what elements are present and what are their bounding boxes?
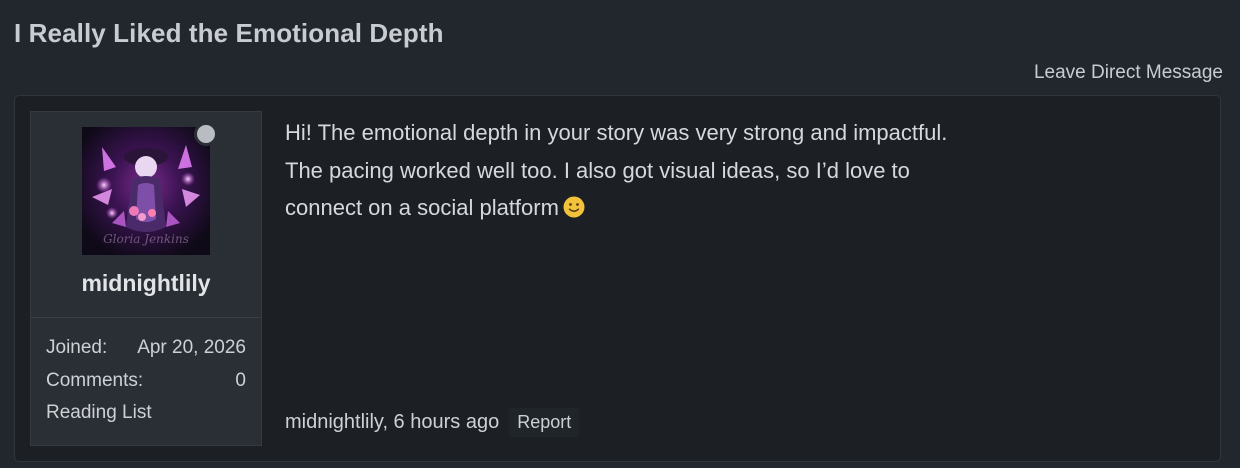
joined-row: Joined: Apr 20, 2026 — [46, 337, 246, 359]
slightly-smiling-face-icon — [563, 192, 585, 218]
author-profile-panel: Gloria Jenkins midnightlily Joined: Apr … — [30, 111, 262, 446]
profile-divider — [31, 317, 261, 318]
message-line: The pacing worked well too. I also got v… — [285, 157, 910, 183]
message-body: Hi! The emotional depth in your story wa… — [285, 114, 1045, 227]
avatar-signature: Gloria Jenkins — [103, 232, 189, 246]
message-line: Hi! The emotional depth in your story wa… — [285, 120, 948, 145]
comment-footer: midnightlily, 6 hours ago Report — [285, 408, 580, 437]
author-username[interactable]: midnightlily — [31, 270, 261, 297]
joined-value: Apr 20, 2026 — [137, 337, 246, 358]
comment-card: Gloria Jenkins midnightlily Joined: Apr … — [14, 95, 1221, 462]
comments-value: 0 — [235, 370, 246, 391]
leave-direct-message-link[interactable]: Leave Direct Message — [1034, 62, 1223, 84]
message-line-text: connect on a social platform — [285, 195, 559, 220]
online-status-indicator — [194, 122, 218, 146]
avatar[interactable]: Gloria Jenkins — [82, 127, 210, 255]
message-line-last: connect on a social platform — [285, 189, 1045, 227]
reading-list-link[interactable]: Reading List — [46, 402, 152, 424]
comments-row: Comments: 0 — [46, 370, 246, 392]
page-title: I Really Liked the Emotional Depth — [14, 18, 444, 48]
author-timestamp[interactable]: midnightlily, 6 hours ago — [285, 411, 499, 434]
report-button[interactable]: Report — [509, 408, 580, 437]
joined-label: Joined: — [46, 337, 108, 358]
comments-label: Comments: — [46, 370, 144, 391]
